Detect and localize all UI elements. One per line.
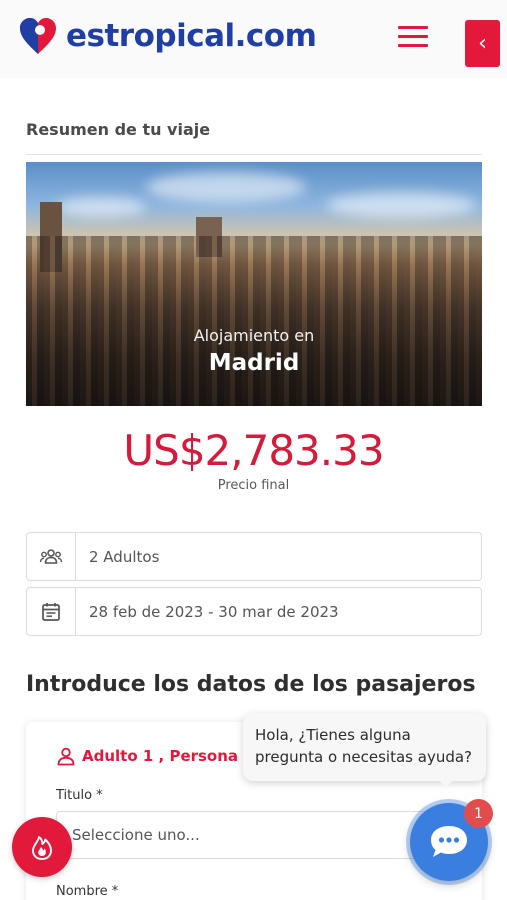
hamburger-icon-line xyxy=(398,44,428,47)
brand-logo[interactable]: estropical.com xyxy=(16,14,317,58)
travelers-summary[interactable]: 2 Adultos xyxy=(26,532,482,581)
menu-button[interactable] xyxy=(398,26,428,48)
map-pin-heart-icon xyxy=(20,18,56,54)
chat-greeting-text: Hola, ¿Tienes alguna pregunta o necesita… xyxy=(255,726,473,766)
dates-value: 28 feb de 2023 - 30 mar de 2023 xyxy=(89,602,339,621)
price-label: Precio final xyxy=(217,478,290,493)
calendar-icon-cell xyxy=(27,588,76,635)
passengers-section-title: Introduce los datos de los pasajeros xyxy=(26,672,476,697)
title-field-label: Titulo * xyxy=(56,788,103,803)
hamburger-icon-line xyxy=(398,35,428,38)
hero-subtitle: Alojamiento en xyxy=(193,326,315,345)
back-button[interactable]: ‹ xyxy=(465,20,500,67)
hero-city-name: Madrid xyxy=(208,350,300,376)
calendar-icon xyxy=(42,602,60,621)
summary-title: Resumen de tu viaje xyxy=(26,120,211,139)
chat-greeting-bubble[interactable]: Hola, ¿Tienes alguna pregunta o necesita… xyxy=(243,713,486,781)
travelers-value: 2 Adultos xyxy=(89,547,160,566)
adult-1-header: Adulto 1 , Persona de xyxy=(56,746,264,766)
brand-name: estropical.com xyxy=(66,18,317,54)
group-icon-cell xyxy=(27,533,76,580)
destination-hero-image: Alojamiento en Madrid xyxy=(26,162,482,406)
person-icon xyxy=(57,747,75,766)
notification-badge: 1 xyxy=(464,799,493,828)
name-field-label: Nombre * xyxy=(56,884,119,899)
title-select[interactable]: Seleccione uno... xyxy=(56,811,456,859)
fire-icon xyxy=(32,836,52,860)
top-header: estropical.com ‹ xyxy=(0,0,507,78)
adult-1-label: Adulto 1 , Persona de xyxy=(82,747,265,765)
final-price: US$2,783.33 xyxy=(123,426,384,475)
chat-bubble-tail xyxy=(438,779,454,788)
chat-bubble-icon xyxy=(431,826,467,857)
group-icon xyxy=(39,548,63,564)
divider xyxy=(26,154,482,155)
title-select-placeholder: Seleccione uno... xyxy=(72,826,200,844)
promo-fire-button[interactable] xyxy=(12,817,72,877)
chevron-left-icon: ‹ xyxy=(478,31,487,56)
hamburger-icon-line xyxy=(398,26,428,29)
dates-summary[interactable]: 28 feb de 2023 - 30 mar de 2023 xyxy=(26,587,482,636)
